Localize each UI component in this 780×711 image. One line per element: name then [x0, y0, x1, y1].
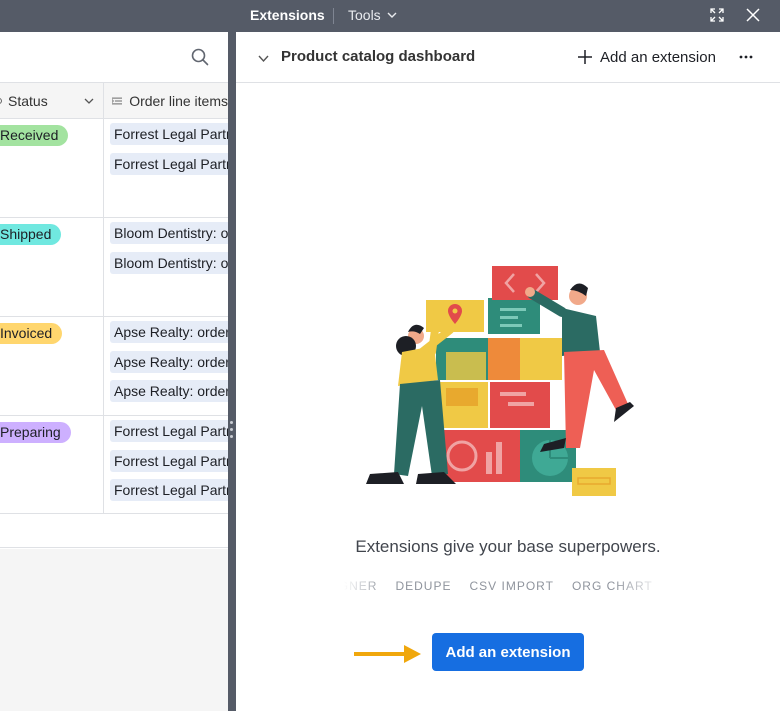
dashboard-header: Product catalog dashboard Add an extensi… [236, 32, 780, 83]
search-icon[interactable] [191, 48, 209, 66]
linked-record-chip[interactable]: Apse Realty: order 3 [110, 380, 228, 402]
status-cell[interactable]: Received [0, 119, 104, 217]
grid-empty-area [0, 549, 228, 711]
drag-handle-icon[interactable] [230, 421, 234, 441]
grid-topbar [0, 0, 228, 32]
column-header-status[interactable]: Status [0, 83, 104, 119]
close-icon[interactable] [746, 8, 760, 22]
order-line-items-cell[interactable]: Forrest Legal Partners: order 3 Forrest … [104, 416, 228, 513]
records-grid: Status Order line items Received Forrest… [0, 0, 228, 711]
extensions-empty-state: Extensions give your base superpowers. P… [236, 84, 780, 711]
status-badge: Received [0, 125, 69, 146]
linked-record-chip[interactable]: Forrest Legal Partners: order 4 [110, 450, 228, 472]
expand-icon[interactable] [710, 8, 724, 22]
status-badge: Preparing [0, 422, 71, 443]
grid-header: Status Order line items [0, 83, 228, 119]
linked-record-chip[interactable]: Bloom Dentistry: order 2 [110, 252, 228, 274]
grid-summary-row [0, 514, 228, 548]
order-line-items-cell[interactable]: Forrest Legal Partners: order 1 Forrest … [104, 119, 228, 217]
dashboard-title[interactable]: Product catalog dashboard [281, 48, 475, 65]
add-extension-button[interactable]: Add an extension [432, 633, 584, 671]
table-row[interactable]: Invoiced Apse Realty: order 1 Apse Realt… [0, 317, 228, 416]
chevron-down-icon[interactable] [258, 53, 269, 64]
status-cell[interactable]: Shipped [0, 218, 104, 316]
column-header-order-line-items[interactable]: Order line items [104, 83, 228, 119]
linked-record-chip[interactable]: Bloom Dentistry: order 1 [110, 222, 228, 244]
linked-record-chip[interactable]: Apse Realty: order 2 [110, 351, 228, 373]
tools-menu[interactable]: Tools [348, 7, 397, 23]
field-type-icon [0, 98, 2, 104]
chevron-down-icon [387, 12, 397, 18]
panel-resize-divider[interactable] [228, 0, 236, 711]
extension-name: DEDUPE [395, 579, 452, 593]
linked-records-icon [112, 97, 123, 105]
add-extension-link[interactable]: Add an extension [578, 46, 716, 68]
linked-record-chip[interactable]: Forrest Legal Partners: order 2 [110, 153, 228, 175]
extension-name: PAGE DESIGNER [344, 579, 378, 593]
status-cell[interactable]: Invoiced [0, 317, 104, 415]
status-cell[interactable]: Preparing [0, 416, 104, 513]
column-header-label: Order line items [129, 93, 228, 109]
extension-name-carousel: PAGE DESIGNER DEDUPE CSV IMPORT ORG CHAR… [344, 579, 664, 597]
order-line-items-cell[interactable]: Apse Realty: order 1 Apse Realty: order … [104, 317, 228, 415]
divider [333, 8, 334, 24]
more-options-icon[interactable] [738, 52, 754, 62]
chevron-down-icon[interactable] [84, 96, 94, 106]
add-extension-label: Add an extension [600, 48, 716, 66]
extension-name: ORG CHART [571, 579, 653, 593]
table-row[interactable]: Preparing Forrest Legal Partners: order … [0, 416, 228, 514]
table-row[interactable]: Shipped Bloom Dentistry: order 1 Bloom D… [0, 218, 228, 317]
extensions-topbar: Extensions Tools [236, 0, 780, 32]
column-header-label: Status [8, 93, 48, 109]
tools-label: Tools [348, 7, 381, 23]
extension-name: CSV IMPORT [469, 579, 554, 593]
arrow-right-icon [354, 645, 421, 663]
extensions-tab[interactable]: Extensions [250, 7, 325, 23]
order-line-items-cell[interactable]: Bloom Dentistry: order 1 Bloom Dentistry… [104, 218, 228, 316]
linked-record-chip[interactable]: Forrest Legal Partners: order 3 [110, 420, 228, 442]
linked-record-chip[interactable]: Forrest Legal Partners: order 5 [110, 479, 228, 501]
extensions-illustration [366, 266, 634, 496]
linked-record-chip[interactable]: Forrest Legal Partners: order 1 [110, 123, 228, 145]
plus-icon [578, 50, 592, 64]
empty-state-tagline: Extensions give your base superpowers. [355, 537, 661, 556]
linked-record-chip[interactable]: Apse Realty: order 1 [110, 321, 228, 343]
status-badge: Invoiced [0, 323, 63, 344]
status-badge: Shipped [0, 224, 62, 245]
table-row[interactable]: Received Forrest Legal Partners: order 1… [0, 119, 228, 218]
